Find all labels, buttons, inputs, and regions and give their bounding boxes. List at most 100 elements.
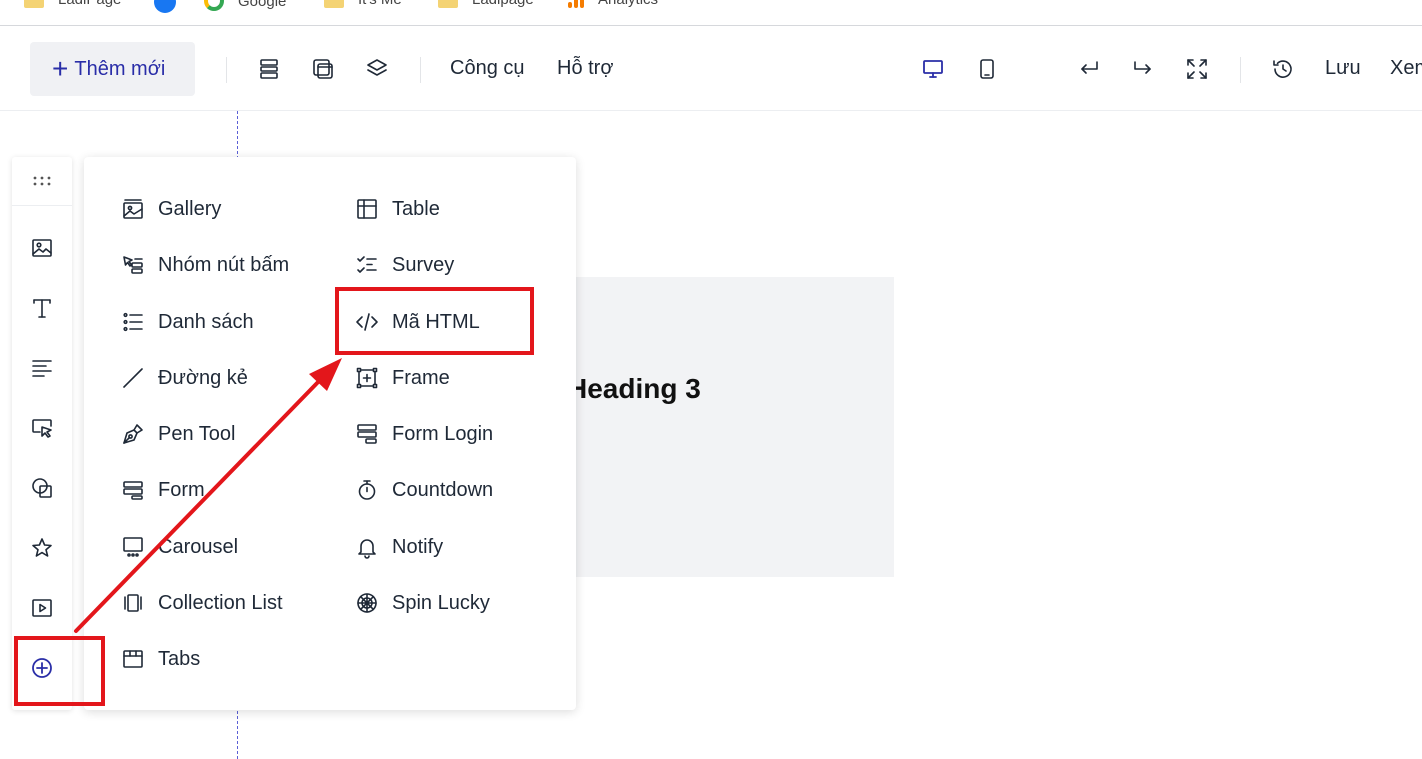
save-button[interactable]: Lưu xyxy=(1325,57,1361,80)
list-icon xyxy=(120,309,146,335)
menu-item-label: Countdown xyxy=(392,478,494,501)
folder-icon xyxy=(24,0,44,8)
google-icon xyxy=(204,0,224,11)
menu-item-label: Spin Lucky xyxy=(392,591,490,614)
menu-item-survey[interactable]: Survey xyxy=(354,247,454,283)
bookmark-google[interactable]: Google xyxy=(204,0,286,11)
menu-item-form[interactable]: Form xyxy=(120,472,205,508)
bookmark-label: Analytics xyxy=(598,0,658,8)
menu-item-collection-list[interactable]: Collection List xyxy=(120,585,283,621)
folder-icon xyxy=(438,0,458,8)
bookmark-ladipage-2[interactable]: Ladipage xyxy=(438,0,534,8)
spin-wheel-icon xyxy=(354,590,380,616)
menu-item-label: Danh sách xyxy=(158,310,254,333)
menu-item-table[interactable]: Table xyxy=(354,191,440,227)
bookmark-label: Google xyxy=(238,0,287,10)
tabs-icon xyxy=(120,646,146,672)
folder-icon xyxy=(324,0,344,8)
layers-icon[interactable] xyxy=(363,55,391,83)
line-icon xyxy=(120,365,146,391)
image-icon[interactable] xyxy=(28,234,56,262)
menu-item-carousel[interactable]: Carousel xyxy=(120,529,238,565)
redo-icon[interactable] xyxy=(1129,55,1157,83)
mobile-view-icon[interactable] xyxy=(973,55,1001,83)
bookmark-analytics[interactable]: Analytics xyxy=(568,0,658,8)
tools-menu[interactable]: Công cụ xyxy=(450,57,525,80)
highlight-box-add-element xyxy=(14,636,105,706)
menu-item-label: Pen Tool xyxy=(158,422,236,445)
canvas-section[interactable] xyxy=(548,277,894,577)
bookmarks-bar: LadiPage Google It's Me Ladipage Analyti… xyxy=(0,0,1422,26)
menu-item-label: Gallery xyxy=(158,197,222,220)
highlight-box-html-code xyxy=(335,287,534,355)
table-icon xyxy=(354,196,380,222)
button-group-icon xyxy=(120,252,146,278)
history-icon[interactable] xyxy=(1269,55,1297,83)
menu-item-label: Collection List xyxy=(158,591,283,614)
countdown-icon xyxy=(354,477,380,503)
support-menu[interactable]: Hỗ trợ xyxy=(557,57,613,80)
sections-icon[interactable] xyxy=(255,55,283,83)
menu-item-label: Notify xyxy=(392,535,444,558)
add-new-label: Thêm mới xyxy=(74,57,166,80)
collection-list-icon xyxy=(120,590,146,616)
star-icon[interactable] xyxy=(28,534,56,562)
bookmark-label: It's Me xyxy=(358,0,402,8)
paragraph-icon[interactable] xyxy=(28,354,56,382)
bookmark-facebook[interactable] xyxy=(154,0,176,13)
menu-item-button-group[interactable]: Nhóm nút bấm xyxy=(120,247,289,283)
menu-item-label: Đường kẻ xyxy=(158,366,248,389)
bookmark-label: LadiPage xyxy=(58,0,121,8)
carousel-icon xyxy=(120,534,146,560)
frame-icon xyxy=(354,365,380,391)
toolbar-divider xyxy=(1240,57,1241,83)
bookmark-ladipage[interactable]: LadiPage xyxy=(24,0,121,8)
form-login-icon xyxy=(354,421,380,447)
menu-item-tabs[interactable]: Tabs xyxy=(120,641,200,677)
add-element-popup: Gallery Nhóm nút bấm Danh sách Đường kẻ … xyxy=(84,157,576,710)
bookmark-label: Ladipage xyxy=(472,0,534,8)
drag-handle-icon[interactable] xyxy=(28,167,56,195)
bookmark-its-me[interactable]: It's Me xyxy=(324,0,402,8)
menu-item-notify[interactable]: Notify xyxy=(354,529,443,565)
form-icon xyxy=(120,477,146,503)
menu-item-line[interactable]: Đường kẻ xyxy=(120,360,248,396)
editor-toolbar: + Thêm mới Công cụ Hỗ trợ Lưu Xem xyxy=(0,27,1422,111)
button-icon[interactable] xyxy=(28,414,56,442)
menu-item-spin-lucky[interactable]: Spin Lucky xyxy=(354,585,490,621)
analytics-icon xyxy=(568,0,584,8)
add-new-button[interactable]: + Thêm mới xyxy=(30,42,195,96)
menu-item-label: Survey xyxy=(392,253,455,276)
bell-icon xyxy=(354,534,380,560)
menu-item-label: Nhóm nút bấm xyxy=(158,253,290,276)
video-icon[interactable] xyxy=(28,594,56,622)
plus-icon: + xyxy=(52,53,69,84)
pen-tool-icon xyxy=(120,421,146,447)
menu-item-form-login[interactable]: Form Login xyxy=(354,416,493,452)
menu-item-frame[interactable]: Frame xyxy=(354,360,450,396)
preview-button[interactable]: Xem xyxy=(1390,57,1422,80)
toolbar-divider xyxy=(420,57,421,83)
shape-icon[interactable] xyxy=(28,474,56,502)
survey-icon xyxy=(354,252,380,278)
menu-item-list[interactable]: Danh sách xyxy=(120,304,254,340)
menu-item-gallery[interactable]: Gallery xyxy=(120,191,221,227)
menu-item-label: Form Login xyxy=(392,422,494,445)
menu-item-countdown[interactable]: Countdown xyxy=(354,472,493,508)
canvas-heading[interactable]: Heading 3 xyxy=(567,373,701,405)
menu-item-label: Carousel xyxy=(158,535,239,558)
menu-item-label: Table xyxy=(392,197,440,220)
menu-item-pen-tool[interactable]: Pen Tool xyxy=(120,416,235,452)
gallery-icon xyxy=(120,196,146,222)
fullscreen-icon[interactable] xyxy=(1183,55,1211,83)
element-sidebar xyxy=(12,157,72,710)
toolbar-divider xyxy=(226,57,227,83)
desktop-view-icon[interactable] xyxy=(919,55,947,83)
popup-manager-icon[interactable] xyxy=(309,55,337,83)
text-icon[interactable] xyxy=(28,294,56,322)
undo-icon[interactable] xyxy=(1075,55,1103,83)
menu-item-label: Frame xyxy=(392,366,450,389)
menu-item-label: Form xyxy=(158,478,205,501)
menu-item-label: Tabs xyxy=(158,647,201,670)
sidebar-divider xyxy=(12,205,72,206)
